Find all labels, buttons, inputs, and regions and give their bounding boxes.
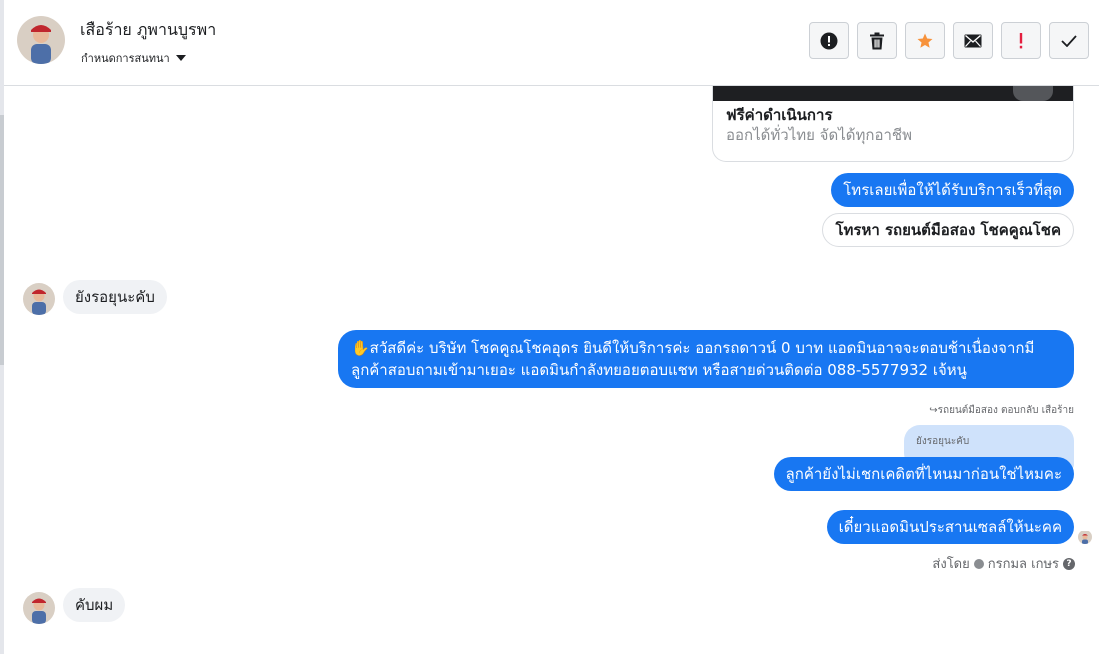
message-line: ✋สวัสดีค่ะ บริษัท โชคคูณโชคอุดร ยินดีให้…	[351, 339, 1035, 357]
delete-button[interactable]	[857, 22, 897, 59]
avatar[interactable]	[23, 283, 55, 315]
message-bubble-outgoing[interactable]: ลูกค้ายังไม่เชกเคดิตที่ไหนมาก่อนใช่ไหมคะ	[773, 457, 1074, 491]
conversation-settings-dropdown[interactable]: กำหนดการสนทนา	[81, 49, 186, 67]
mark-done-button[interactable]	[1049, 22, 1089, 59]
avatar[interactable]	[23, 592, 55, 624]
trash-icon	[870, 32, 884, 49]
message-bubble-outgoing[interactable]: เดี๋ยวแอดมินประสานเซลล์ให้นะคค	[826, 510, 1074, 544]
message-bubble-outgoing[interactable]: ✋สวัสดีค่ะ บริษัท โชคคูณโชคอุดร ยินดีให้…	[338, 330, 1074, 388]
conversation-settings-label: กำหนดการสนทนา	[81, 52, 170, 65]
call-button[interactable]: โทรหา รถยนต์มือสอง โชคคูณโชค	[822, 213, 1074, 247]
message-bubble-incoming[interactable]: ยังรอยุนะคับ	[63, 280, 167, 314]
message-line: ลูกค้าสอบถามเข้ามาเยอะ แอดมินกำลังทยอยตอ…	[351, 361, 967, 379]
seen-avatar	[1078, 530, 1092, 544]
star-button[interactable]	[905, 22, 945, 59]
link-preview-card[interactable]: ฟรีค่าดำเนินการ ออกได้ทั่วไทย จัดได้ทุกอ…	[712, 86, 1074, 162]
card-image	[713, 86, 1073, 101]
follow-up-button[interactable]	[1001, 22, 1041, 59]
message-bubble-incoming[interactable]: คับผม	[63, 588, 126, 622]
sent-by: ส่งโดย กรกมล เกษร ?	[932, 553, 1075, 574]
sent-by-label: ส่งโดย	[932, 557, 970, 572]
star-icon	[917, 33, 933, 48]
checkmark-icon	[1061, 34, 1077, 47]
sent-by-name[interactable]: กรกมล เกษร	[988, 553, 1059, 574]
help-icon[interactable]: ?	[1063, 557, 1075, 570]
user-icon	[973, 558, 984, 569]
mark-unread-button[interactable]	[953, 22, 993, 59]
spam-report-button[interactable]	[809, 22, 849, 59]
left-scroll-rail[interactable]	[0, 0, 4, 654]
conversation-header: เสือร้าย ภูพานบูรพา กำหนดการสนทนา	[4, 0, 1099, 86]
reply-arrow-icon: ↪	[929, 405, 938, 416]
quoted-text: ยังรอยุนะคับ	[916, 436, 970, 447]
exclamation-icon	[1019, 32, 1023, 48]
contact-name[interactable]: เสือร้าย ภูพานบูรพา	[80, 18, 216, 43]
conversation-toolbar	[809, 22, 1089, 59]
message-bubble-outgoing[interactable]: โทรเลยเพื่อให้ได้รับบริการเร็วที่สุด	[831, 173, 1074, 207]
reply-meta-text: รถยนต์มือสอง ตอบกลับ เสือร้าย	[937, 405, 1074, 416]
reply-meta: ↪รถยนต์มือสอง ตอบกลับ เสือร้าย	[929, 403, 1074, 418]
left-scroll-thumb[interactable]	[0, 115, 4, 365]
card-subtitle: ออกได้ทั่วไทย จัดได้ทุกอาชีพ	[726, 126, 912, 144]
envelope-icon	[964, 34, 982, 47]
caret-down-icon	[175, 55, 186, 61]
exclamation-circle-icon	[820, 32, 838, 49]
avatar[interactable]	[17, 16, 65, 64]
